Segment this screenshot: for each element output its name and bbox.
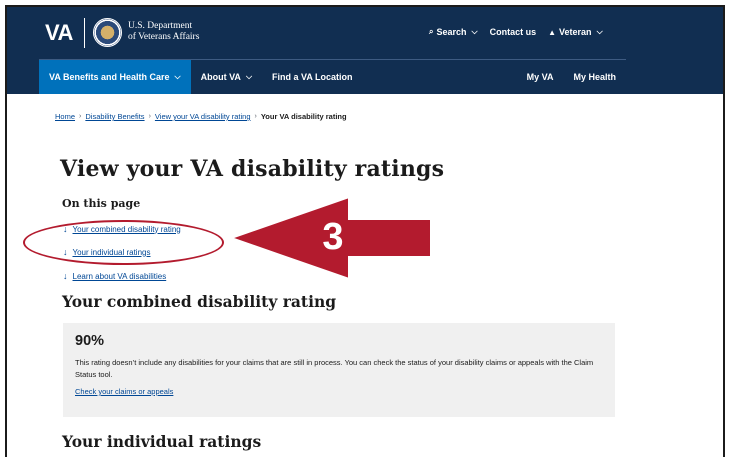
step-number: 3 bbox=[322, 216, 344, 258]
va-seal-icon bbox=[93, 18, 122, 47]
combined-rating-percent: 90% bbox=[75, 333, 105, 349]
breadcrumb-disability-benefits[interactable]: Disability Benefits bbox=[85, 112, 144, 121]
jump-link-learn[interactable]: ↓ Learn about VA disabilities bbox=[63, 271, 166, 281]
arrow-down-icon: ↓ bbox=[63, 271, 68, 281]
combined-rating-heading: Your combined disability rating bbox=[62, 292, 337, 311]
audience-menu-button[interactable]: ▲ Veteran ⌵ bbox=[548, 27, 603, 37]
nav-benefits-health-care[interactable]: VA Benefits and Health Care ⌵ bbox=[39, 60, 191, 94]
search-icon: ⌕ bbox=[429, 27, 434, 36]
nav-item-label: About VA bbox=[200, 72, 241, 82]
breadcrumb-separator: › bbox=[254, 113, 257, 120]
chevron-down-icon: ⌵ bbox=[471, 27, 478, 36]
breadcrumb-current: Your VA disability rating bbox=[260, 112, 347, 121]
header-utility-links: ⌕ Search ⌵ Contact us ▲ Veteran ⌵ bbox=[429, 27, 615, 37]
department-line-1: U.S. Department bbox=[128, 21, 193, 31]
va-logo[interactable]: VA bbox=[45, 20, 73, 46]
jump-link-label[interactable]: Learn about VA disabilities bbox=[73, 272, 167, 281]
search-button[interactable]: ⌕ Search ⌵ bbox=[429, 27, 478, 37]
contact-us-link[interactable]: Contact us bbox=[490, 27, 537, 37]
nav-about-va[interactable]: About VA ⌵ bbox=[191, 60, 262, 94]
nav-item-label: VA Benefits and Health Care bbox=[49, 72, 170, 82]
department-line-2: of Veterans Affairs bbox=[128, 32, 200, 42]
check-claims-link[interactable]: Check your claims or appeals bbox=[75, 387, 173, 396]
site-header: VA U.S. Department of Veterans Affairs ⌕… bbox=[7, 7, 723, 94]
person-icon: ▲ bbox=[548, 27, 557, 37]
combined-rating-description: This rating doesn’t include any disabili… bbox=[75, 358, 594, 379]
department-name: U.S. Department of Veterans Affairs bbox=[128, 21, 199, 43]
breadcrumb-view-rating[interactable]: View your VA disability rating bbox=[155, 112, 251, 121]
on-this-page-heading: On this page bbox=[62, 197, 141, 210]
page-title: View your VA disability ratings bbox=[60, 156, 445, 182]
audience-label: Veteran bbox=[559, 27, 592, 37]
breadcrumb-home[interactable]: Home bbox=[55, 112, 75, 121]
search-label: Search bbox=[436, 27, 467, 37]
combined-rating-card: 90% This rating doesn’t include any disa… bbox=[63, 323, 615, 417]
chevron-down-icon: ⌵ bbox=[245, 72, 253, 81]
highlight-ellipse bbox=[23, 220, 224, 265]
nav-my-health[interactable]: My Health bbox=[563, 60, 626, 94]
nav-my-va[interactable]: My VA bbox=[517, 60, 564, 94]
breadcrumb-separator: › bbox=[148, 113, 151, 120]
individual-ratings-heading: Your individual ratings bbox=[62, 432, 262, 451]
chevron-down-icon: ⌵ bbox=[596, 27, 603, 36]
step-callout-arrow: 3 bbox=[227, 195, 432, 281]
browser-frame: VA U.S. Department of Veterans Affairs ⌕… bbox=[5, 5, 725, 457]
chevron-down-icon: ⌵ bbox=[174, 72, 181, 81]
logo-divider bbox=[84, 18, 85, 48]
nav-find-location[interactable]: Find a VA Location bbox=[262, 60, 363, 94]
breadcrumb-separator: › bbox=[79, 113, 82, 120]
main-nav: VA Benefits and Health Care ⌵ About VA ⌵… bbox=[39, 60, 626, 94]
breadcrumb: Home › Disability Benefits › View your V… bbox=[55, 112, 655, 121]
nav-right-group: My VA My Health bbox=[517, 60, 626, 94]
main-content: Home › Disability Benefits › View your V… bbox=[55, 112, 655, 451]
contact-label: Contact us bbox=[489, 27, 537, 37]
nav-item-label: Find a VA Location bbox=[272, 72, 353, 82]
